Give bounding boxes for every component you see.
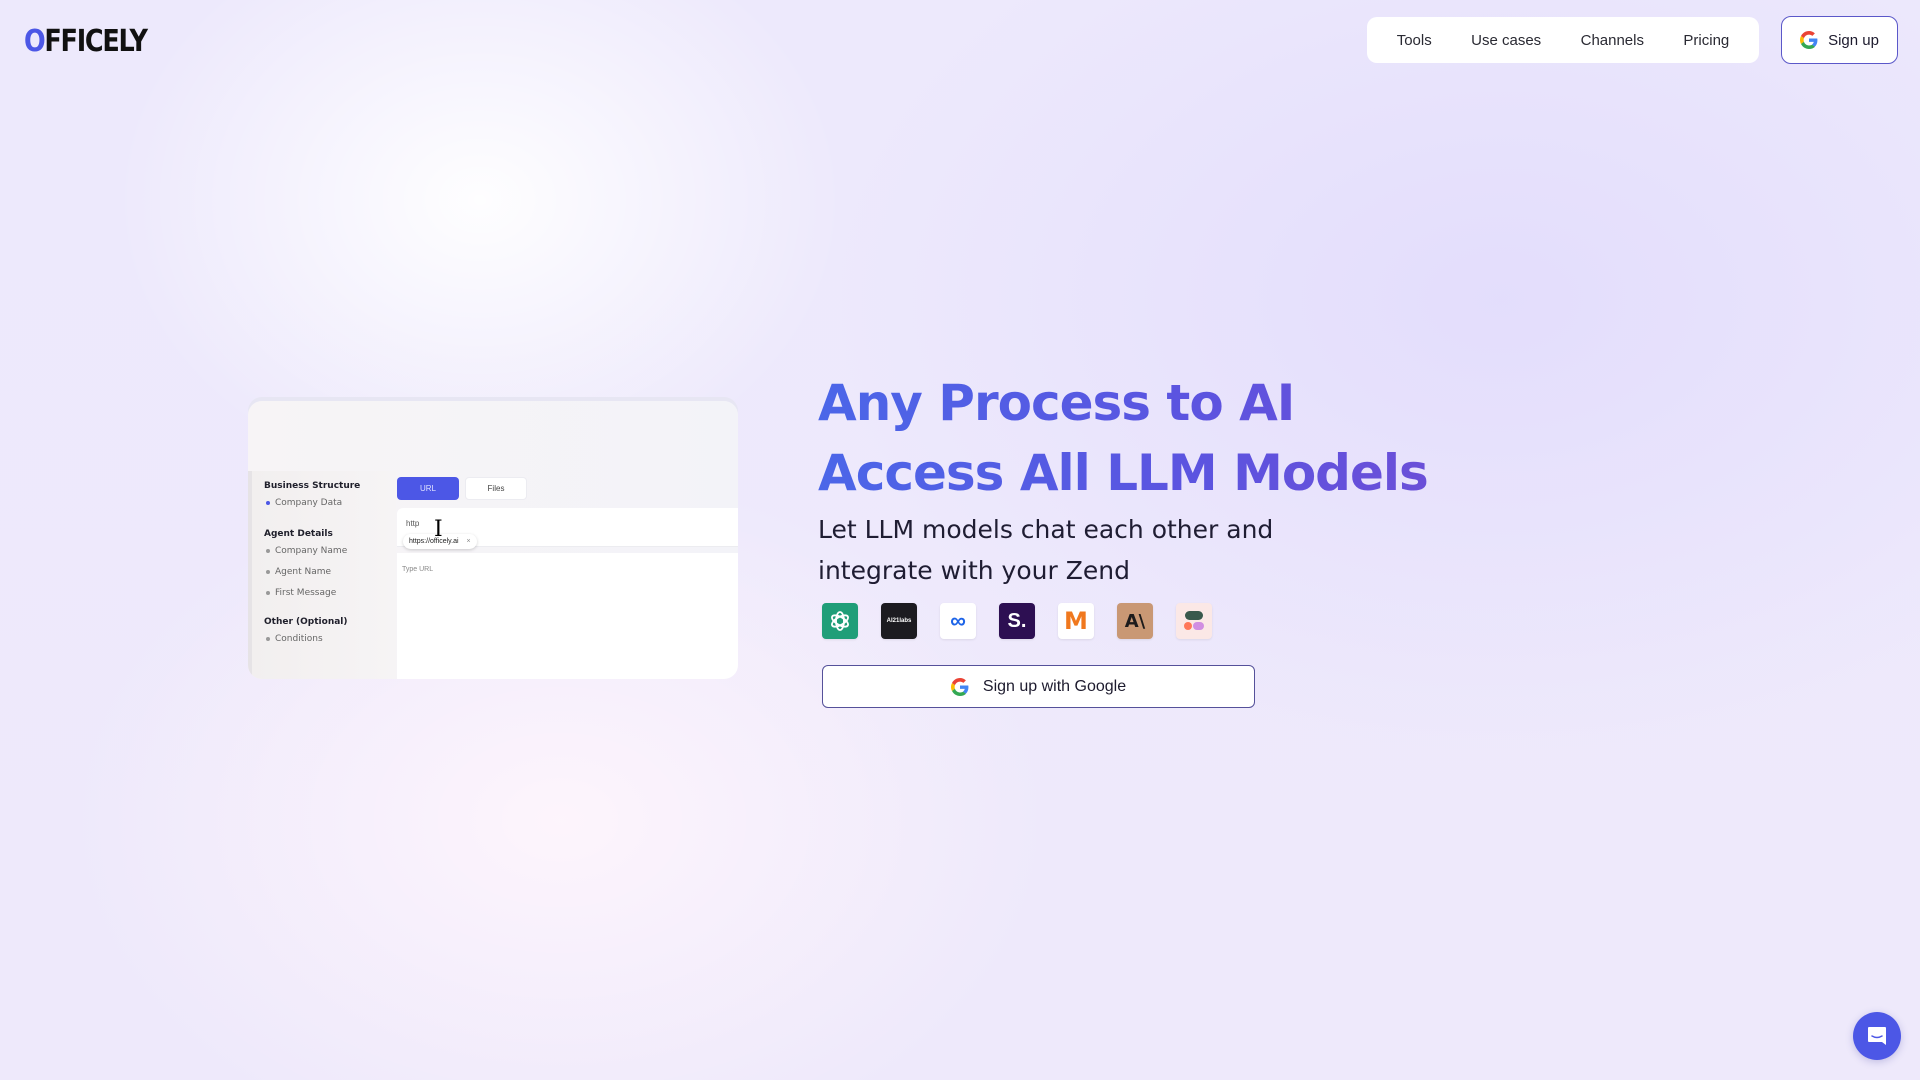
hero-subtitle-line-1: Let LLM models chat each other and (818, 515, 1274, 544)
url-input-value: http (406, 519, 420, 528)
nav-pricing[interactable]: Pricing (1683, 32, 1729, 49)
signup-button[interactable]: Sign up (1781, 16, 1898, 64)
step-dot (266, 570, 270, 574)
google-icon (1800, 31, 1818, 49)
logo-text: FFICELY (44, 24, 148, 59)
preview-section-title: Other (Optional) (264, 617, 348, 627)
llm-logo-row: AI21labs ∞ S. M A\ (822, 603, 1212, 639)
preview-section-title: Agent Details (264, 529, 333, 539)
openai-icon (822, 603, 858, 639)
nav-tools[interactable]: Tools (1397, 32, 1432, 49)
preview-step-company-name[interactable]: Company Name (266, 546, 396, 556)
preview-step-conditions[interactable]: Conditions (266, 634, 396, 644)
hero-subtitle: Let LLM models chat each other and integ… (818, 509, 1338, 591)
app-preview: Business Structure Company Data Agent De… (248, 401, 738, 679)
ai21-labs-icon: AI21labs (881, 603, 917, 639)
chat-launcher-button[interactable] (1853, 1012, 1901, 1060)
nav-channels[interactable]: Channels (1581, 32, 1644, 49)
text-cursor-icon: I (434, 517, 443, 542)
content-placeholder: Type URL (402, 566, 434, 573)
chat-icon (1868, 1027, 1886, 1045)
signup-with-google-label: Sign up with Google (982, 677, 1127, 695)
active-step-dot (266, 501, 270, 505)
officely-logo[interactable]: O FFICELY (24, 24, 148, 59)
hero-title-line-1: Any Process to AI (818, 374, 1295, 432)
step-dot (266, 637, 270, 641)
nav-use-cases[interactable]: Use cases (1471, 32, 1541, 49)
stability-icon: S. (999, 603, 1035, 639)
tab-files[interactable]: Files (465, 477, 527, 500)
cohere-icon (1176, 603, 1212, 639)
preview-section-title: Business Structure (264, 481, 361, 491)
preview-step-first-message[interactable]: First Message (266, 588, 396, 598)
hero-subtitle-line-2: integrate with your Zend (818, 556, 1130, 585)
step-dot (266, 549, 270, 553)
close-icon[interactable]: × (467, 538, 471, 545)
google-icon (950, 677, 969, 696)
signup-with-google-button[interactable]: Sign up with Google (822, 665, 1255, 708)
mistral-icon: M (1058, 603, 1094, 639)
hero-title-line-2: Access All LLM Models (818, 444, 1428, 502)
preview-step-agent-name[interactable]: Agent Name (266, 567, 396, 577)
hero-title: Any Process to AI Access All LLM Models (818, 368, 1428, 508)
preview-sidebar: Business Structure Company Data Agent De… (248, 471, 396, 679)
preview-step-company-data[interactable]: Company Data (266, 498, 396, 508)
url-content-area[interactable]: Type URL (397, 553, 738, 679)
signup-label: Sign up (1828, 31, 1879, 49)
tab-url[interactable]: URL (397, 477, 459, 500)
step-dot (266, 591, 270, 595)
meta-icon: ∞ (940, 603, 976, 639)
top-nav: Tools Use cases Channels Pricing (1367, 17, 1759, 63)
anthropic-icon: A\ (1117, 603, 1153, 639)
logo-mark: O (24, 24, 46, 59)
